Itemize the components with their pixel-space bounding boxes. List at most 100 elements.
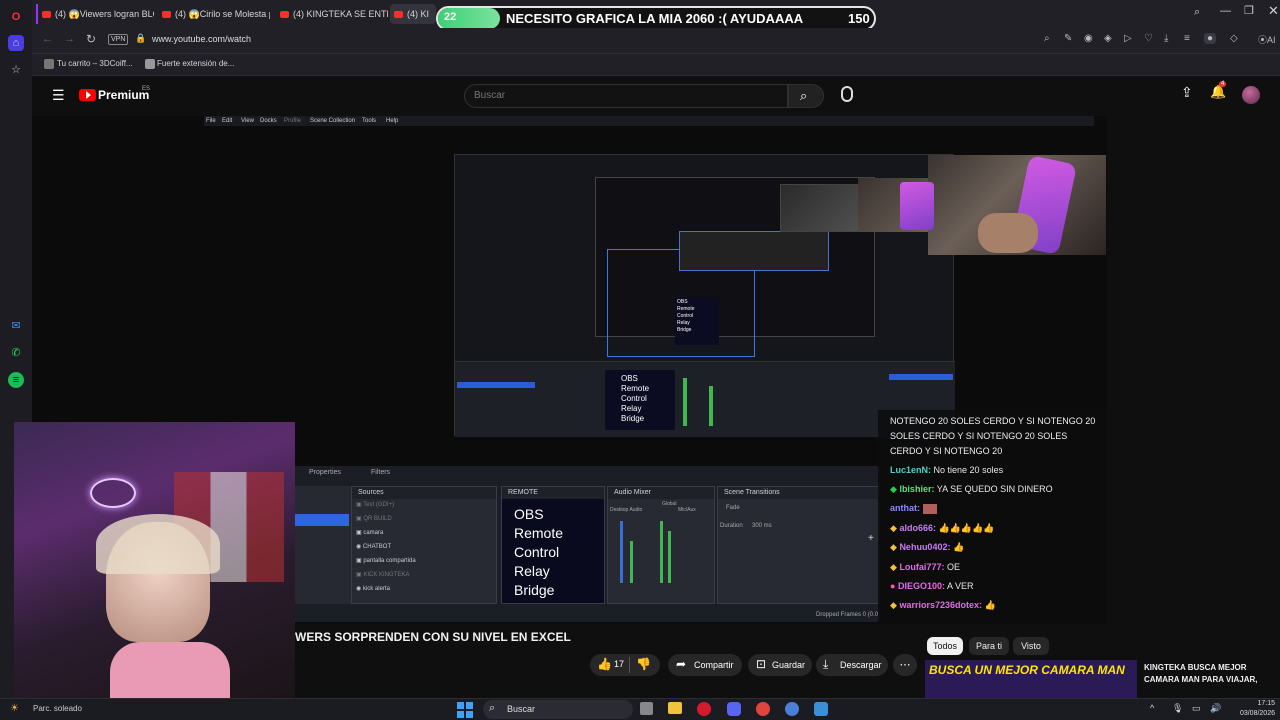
- source-row[interactable]: ◉ kick alerta: [356, 583, 390, 595]
- shield-icon[interactable]: ◈: [1104, 33, 1112, 44]
- search-icon[interactable]: ⌕: [1044, 33, 1050, 44]
- clock[interactable]: 17:15 03/08/2026: [1229, 699, 1275, 719]
- home-icon[interactable]: ⌂: [8, 35, 24, 51]
- alert-message: NECESITO GRAFICA LA MIA 2060 :( AYUDAAAA: [506, 11, 804, 26]
- forward-icon[interactable]: →: [64, 33, 75, 45]
- scene-selected[interactable]: [295, 514, 349, 526]
- settings-icon[interactable]: [785, 702, 799, 716]
- share-button[interactable]: ➦ Compartir: [668, 654, 742, 676]
- discord-icon[interactable]: [727, 702, 741, 716]
- whatsapp-icon[interactable]: ✆: [8, 345, 24, 361]
- menu-icon[interactable]: ≡: [1184, 33, 1190, 44]
- bookmark-favicon-icon: [145, 59, 155, 69]
- phone-webcam: [928, 155, 1106, 255]
- divider: [629, 657, 630, 673]
- search-button[interactable]: ⌕: [788, 84, 824, 108]
- like-icon[interactable]: 👍: [597, 657, 612, 671]
- microphone-icon[interactable]: [841, 86, 853, 102]
- aria-icon[interactable]: ⦿AI: [1258, 33, 1276, 46]
- nested-scene-selected: [457, 382, 535, 388]
- weather-text[interactable]: Parc. soleado: [33, 704, 82, 713]
- source-row[interactable]: ◉ CHATBOT: [356, 541, 391, 553]
- search-tabs-icon[interactable]: ⌕: [1194, 6, 1200, 19]
- source-row[interactable]: ▣ QR BUILD: [356, 513, 392, 525]
- edit-icon[interactable]: ✎: [1064, 33, 1072, 44]
- windows-start-icon[interactable]: [457, 702, 473, 718]
- url-field[interactable]: www.youtube.com/watch: [152, 34, 251, 44]
- vpn-badge[interactable]: VPN: [108, 34, 129, 45]
- badge-icon: ●: [890, 581, 896, 591]
- extensions-icon[interactable]: ◇: [1230, 33, 1238, 44]
- duration-field[interactable]: 300 ms: [752, 523, 772, 529]
- recommendation-title[interactable]: KINGTEKA BUSCA MEJOR CAMARA MAN PARA VIA…: [1144, 662, 1257, 686]
- alert-amount: 150: [848, 11, 870, 26]
- play-icon[interactable]: ▷: [1124, 33, 1132, 44]
- source-row[interactable]: ▣ Text (GDI+): [356, 499, 394, 511]
- scenes-panel: [295, 486, 351, 604]
- chat-message: ◆ warriors7236dotex: 👍: [890, 600, 996, 610]
- download-icon[interactable]: ⤓: [1164, 33, 1168, 44]
- source-row[interactable]: ▣ camara: [356, 527, 383, 539]
- share-icon: ➦: [676, 657, 687, 671]
- file-explorer-icon[interactable]: [668, 702, 682, 714]
- app-icon[interactable]: [756, 702, 770, 716]
- app-icon[interactable]: [814, 702, 828, 716]
- network-icon[interactable]: ▭: [1192, 703, 1201, 714]
- star-icon[interactable]: ☆: [8, 62, 24, 78]
- transition-select[interactable]: Fade: [726, 505, 740, 511]
- reload-icon[interactable]: ↻: [86, 32, 96, 46]
- heart-icon[interactable]: ♡: [1144, 33, 1153, 44]
- maximize-icon[interactable]: ❐: [1244, 4, 1254, 17]
- back-icon[interactable]: ←: [42, 33, 53, 45]
- avatar[interactable]: [1242, 86, 1260, 104]
- streamer-webcam: [14, 422, 295, 706]
- tab[interactable]: (4) 😱Viewers logran BLO: [36, 4, 154, 24]
- recommendation-thumbnail[interactable]: BUSCA UN MEJOR CAMARA MAN: [925, 660, 1137, 698]
- badge-icon: ◆: [890, 600, 897, 610]
- chevron-up-icon[interactable]: ^: [1150, 703, 1154, 713]
- chip-all[interactable]: Todos: [927, 637, 963, 655]
- tab[interactable]: (4) KINGTEKA SE ENTERA: [276, 4, 388, 24]
- tab-active[interactable]: (4) KI: [390, 4, 436, 24]
- chat-message: SOLES CERDO Y SI NOTENGO 20 SOLES: [890, 431, 1068, 441]
- obs-menu-item: Profile: [284, 118, 302, 124]
- chip-watched[interactable]: Visto: [1013, 637, 1049, 655]
- audio-meter: [668, 531, 671, 583]
- sources-panel: Sources ▣ Text (GDI+) ▣ QR BUILD ▣ camar…: [351, 486, 497, 604]
- upload-icon[interactable]: ⇪: [1181, 84, 1193, 101]
- spotify-icon[interactable]: ≡: [8, 372, 24, 388]
- hamburger-menu-icon[interactable]: ☰: [52, 87, 65, 104]
- camera-icon[interactable]: ◉: [1084, 33, 1093, 44]
- mic-icon[interactable]: 🎙: [1172, 703, 1183, 714]
- badge-icon: ◆: [890, 542, 897, 552]
- opera-taskbar-icon[interactable]: [697, 702, 711, 716]
- youtube-header: ☰ Premium ES Buscar ⌕ ⇪ 🔔 4: [32, 76, 1280, 116]
- remote-panel: REMOTE OBS Remote Control Relay Bridge: [501, 486, 605, 604]
- bookmark-item[interactable]: Tu carrito – 3DCoiff...: [57, 59, 133, 68]
- profile-icon[interactable]: ●: [1204, 33, 1217, 44]
- add-icon[interactable]: +: [868, 533, 874, 544]
- opera-logo-icon[interactable]: O: [8, 9, 24, 25]
- messenger-icon[interactable]: ✉: [8, 318, 24, 334]
- task-view-icon[interactable]: [640, 702, 653, 715]
- search-input[interactable]: Buscar: [464, 84, 788, 108]
- dislike-icon[interactable]: 👎: [636, 657, 651, 671]
- source-row[interactable]: ▣ pantalla compartida: [356, 555, 416, 567]
- download-button[interactable]: ⤓ Descargar: [816, 654, 888, 676]
- search-icon: ⌕: [800, 88, 808, 103]
- save-button[interactable]: ⊡ Guardar: [748, 654, 812, 676]
- source-row[interactable]: ▣ KICK KINGTEKA: [356, 569, 409, 581]
- bookmarks-bar: Tu carrito – 3DCoiff... Fuerte extensión…: [32, 54, 1280, 76]
- bookmark-item[interactable]: Fuerte extensión de...: [157, 59, 234, 68]
- taskbar-search[interactable]: ⌕ Buscar: [483, 700, 633, 719]
- volume-icon[interactable]: 🔊: [1210, 703, 1221, 714]
- obs-menu-item: File: [206, 118, 216, 124]
- minimize-icon[interactable]: —: [1220, 5, 1231, 17]
- chip-for-you[interactable]: Para ti: [969, 637, 1009, 655]
- more-options-icon[interactable]: ⋯: [893, 654, 917, 676]
- filters-tab: Filters: [371, 469, 391, 476]
- tab[interactable]: (4) 😱Cirilo se Molesta pu: [158, 4, 270, 24]
- close-icon[interactable]: ✕: [1268, 3, 1279, 19]
- audio-meter: [620, 521, 623, 583]
- badge-icon: ◆: [890, 484, 897, 494]
